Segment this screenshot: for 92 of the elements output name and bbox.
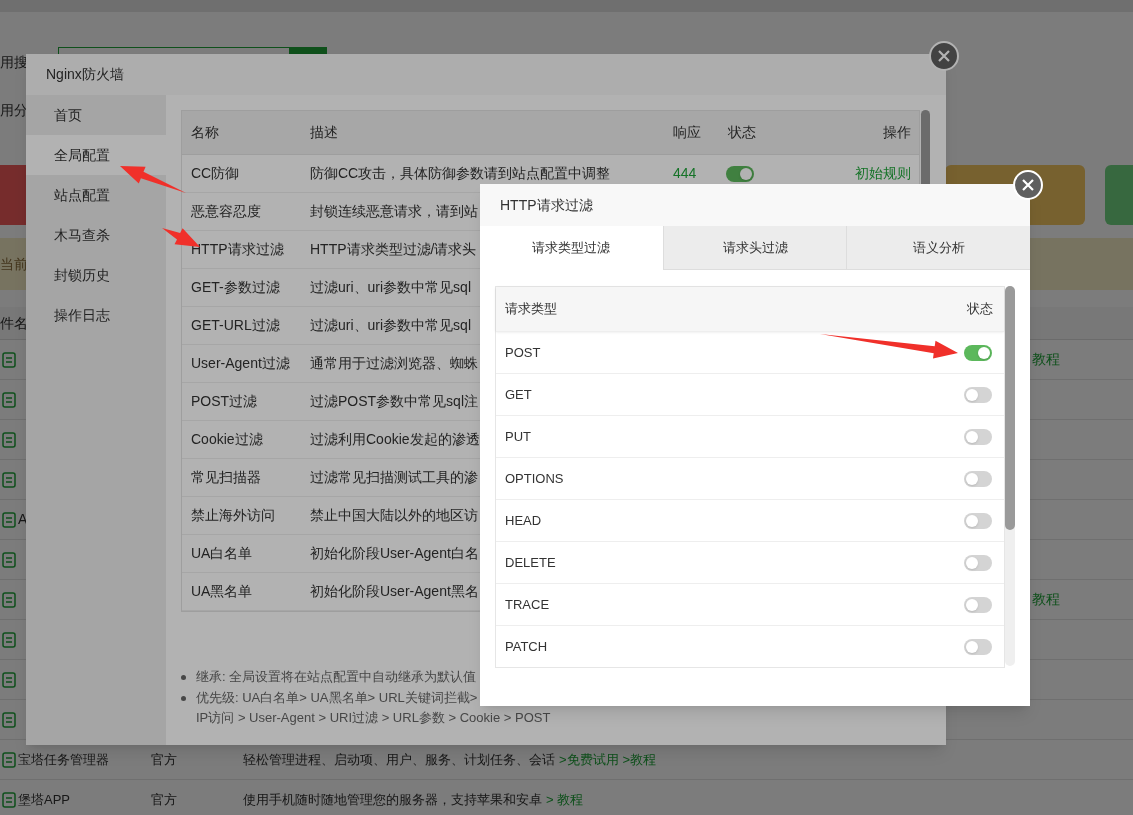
- scrollbar-thumb[interactable]: [1005, 286, 1015, 530]
- toggle-switch[interactable]: [964, 512, 992, 529]
- table-cell-text: 恶意容忍度: [190, 202, 262, 221]
- notice-text: 当前: [0, 254, 28, 274]
- toggle-switch[interactable]: [964, 428, 992, 445]
- table-cell-text: 常见扫描器: [190, 468, 262, 487]
- table-cell: 初始化阶段User-Agent黑名: [310, 583, 479, 599]
- column-header: 操作: [882, 123, 912, 142]
- close-icon: [938, 50, 950, 62]
- plugin-icon: [2, 431, 16, 448]
- note-text: IP访问 > User-Agent > URI过滤 > URL参数 > Cookie > POST: [196, 709, 551, 727]
- close-button[interactable]: [929, 41, 959, 71]
- note-text: 继承: 全局设置将在站点配置中自动继承为默认值: [196, 668, 477, 686]
- table-cell-text: GET: [505, 385, 532, 404]
- sidebar-item[interactable]: 首页: [26, 95, 166, 135]
- annotation-arrow: [120, 166, 186, 193]
- plugin-icon: [2, 551, 16, 568]
- plugin-type: 官方: [151, 750, 178, 769]
- note-text: 优先级: UA白名单> UA黑名单> URL关键词拦截>: [196, 689, 479, 707]
- table-cell-text: OPTIONS: [505, 469, 564, 488]
- column-header: 件名: [0, 313, 28, 333]
- plugin-icon: [2, 591, 16, 608]
- table-cell-text: PATCH: [505, 637, 548, 656]
- table-cell-text: DELETE: [505, 553, 556, 572]
- table-cell: 通常用于过滤浏览器、蜘蛛: [310, 355, 478, 371]
- toggle-switch[interactable]: [964, 596, 992, 613]
- sidebar-item[interactable]: 站点配置: [26, 175, 166, 215]
- plugin-description: 轻松管理进程、启动项、用户、服务、计划任务、会话: [243, 750, 555, 769]
- plugin-type: 官方: [151, 790, 178, 809]
- toggle-switch[interactable]: [964, 344, 992, 361]
- scrollbar-track[interactable]: [1005, 286, 1015, 666]
- plugin-icon: [2, 751, 16, 768]
- column-header: 名称: [190, 123, 220, 142]
- bullet-icon: [181, 674, 186, 680]
- table-cell-text: HEAD: [505, 511, 542, 530]
- table-cell: 过滤uri、uri参数中常见sql: [310, 279, 471, 295]
- table-cell-text: HTTP请求过滤: [190, 240, 285, 259]
- table-cell: 过滤利用Cookie发起的渗透: [310, 431, 480, 447]
- table-cell-text: POST过滤: [190, 392, 259, 411]
- table-cell: 过滤POST参数中常见sql注: [310, 393, 478, 409]
- column-header: 状态: [967, 300, 994, 319]
- table-cell: 封锁连续恶意请求，请到站: [310, 203, 478, 219]
- column-header: 状态: [727, 123, 757, 142]
- table-cell-text: User-Agent过滤: [190, 354, 291, 373]
- column-header: 请求类型: [505, 300, 557, 319]
- plugin-description: 使用手机随时随地管理您的服务器，支持苹果和安卓: [243, 790, 542, 809]
- tab[interactable]: 请求头过滤: [662, 226, 847, 270]
- plugin-name: 堡塔APP: [18, 790, 71, 809]
- sidebar-item[interactable]: 操作日志: [26, 295, 166, 335]
- table-cell-text: Cookie过滤: [190, 430, 264, 449]
- tab[interactable]: 语义分析: [846, 226, 1030, 270]
- plugin-icon: [2, 631, 16, 648]
- search-label: 用搜: [0, 52, 29, 72]
- toggle-switch[interactable]: [964, 638, 992, 655]
- table-cell: 禁止中国大陆以外的地区访: [310, 507, 478, 523]
- toggle-switch[interactable]: [726, 165, 754, 182]
- plugin-icon: [2, 511, 16, 528]
- sidebar-item[interactable]: 封锁历史: [26, 255, 166, 295]
- sidebar-item[interactable]: 木马查杀: [26, 215, 166, 255]
- table-cell: 过滤常见扫描测试工具的渗: [310, 469, 478, 485]
- table-cell-text: TRACE: [505, 595, 550, 614]
- plugin-name: 宝塔任务管理器: [18, 750, 110, 769]
- plugin-icon: [2, 711, 16, 728]
- plugin-icon: [2, 391, 16, 408]
- table-cell-text: CC防御: [190, 164, 241, 183]
- toggle-switch[interactable]: [964, 554, 992, 571]
- sidebar-item[interactable]: 全局配置: [26, 135, 166, 175]
- table-cell-text: GET-URL过滤: [190, 316, 281, 335]
- bullet-icon: [181, 695, 186, 701]
- close-icon: [1022, 179, 1034, 191]
- table-cell-text: POST: [505, 343, 541, 362]
- table-cell: 初始化阶段User-Agent白名: [310, 545, 479, 561]
- table-cell-text: 444: [672, 164, 698, 183]
- toggle-switch[interactable]: [964, 470, 992, 487]
- column-header: 响应: [672, 123, 702, 142]
- plugin-icon: [2, 351, 16, 368]
- plugin-icon: [2, 791, 16, 808]
- dialog-title: HTTP请求过滤: [500, 195, 593, 215]
- table-cell: 防御CC攻击，具体防御参数请到站点配置中调整: [310, 165, 611, 181]
- table-cell-text: 禁止海外访问: [190, 506, 276, 525]
- table-cell-text: UA白名单: [190, 544, 254, 563]
- plugin-icon: [2, 671, 16, 688]
- table-cell-text: UA黑名单: [190, 582, 254, 601]
- table-cell: HTTP请求类型过滤/请求头: [310, 241, 477, 257]
- table-cell-text: PUT: [505, 427, 531, 446]
- category-label: 用分: [0, 100, 28, 120]
- table-cell-text: GET-参数过滤: [190, 278, 281, 297]
- table-cell: 过滤uri、uri参数中常见sql: [310, 317, 471, 333]
- dialog-title: Nginx防火墙: [46, 65, 124, 84]
- plugin-icon: [2, 471, 16, 488]
- toggle-switch[interactable]: [964, 386, 992, 403]
- column-header: 描述: [309, 123, 339, 142]
